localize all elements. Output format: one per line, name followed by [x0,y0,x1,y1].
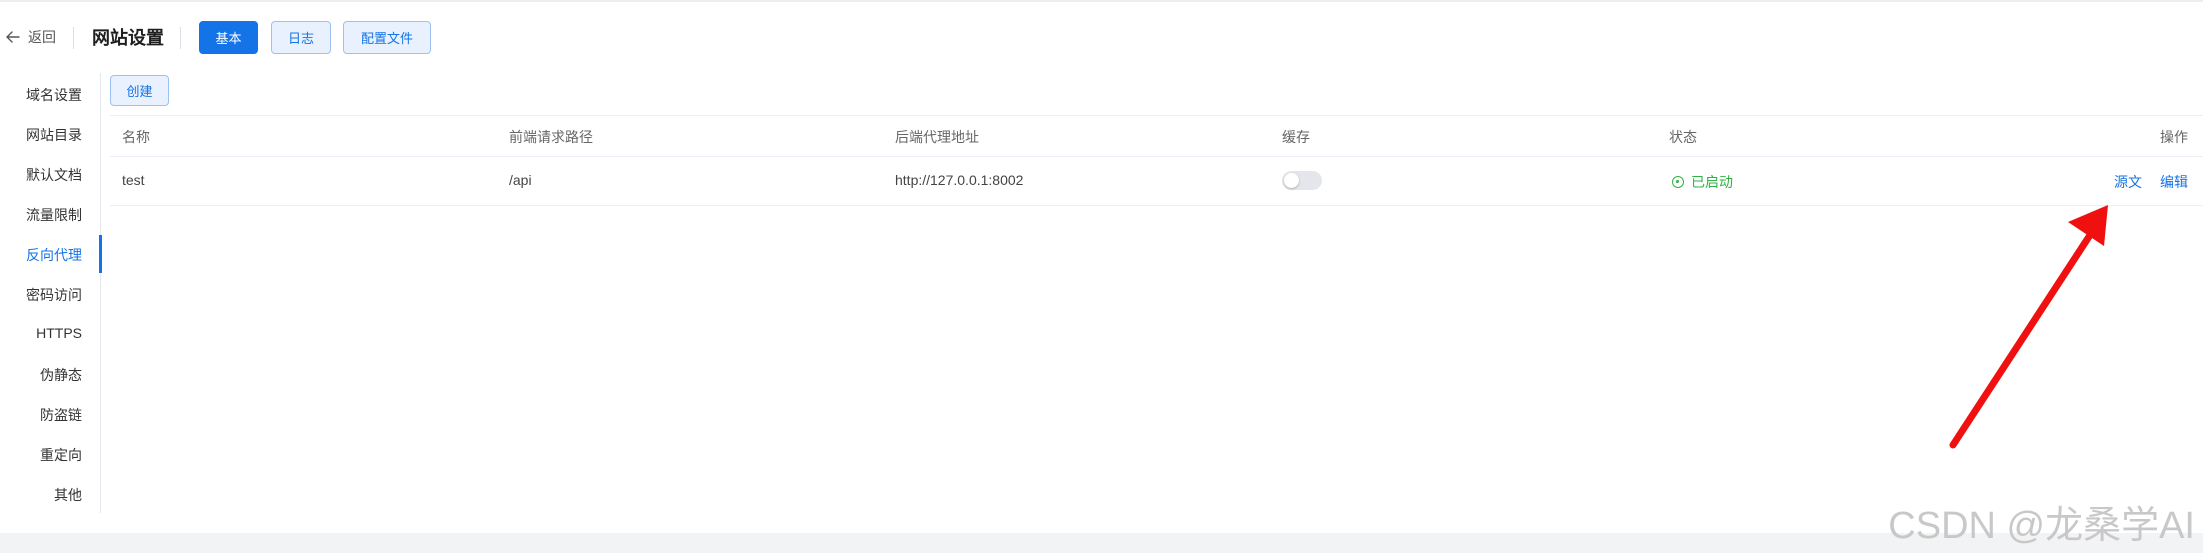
create-button[interactable]: 创建 [110,75,169,106]
annotation-arrow-icon [1949,205,2108,449]
sidebar-item-https[interactable]: HTTPS [36,325,82,347]
bottom-bar [0,533,2203,553]
tab-config-file[interactable]: 配置文件 [343,21,431,54]
column-header-name: 名称 [122,129,150,145]
column-header-status: 状态 [1669,129,1697,145]
arrow-left-icon [6,31,20,43]
sidebar-item-default-document[interactable]: 默认文档 [26,165,82,187]
table-row-divider [110,156,2203,157]
toggle-knob [1284,173,1299,188]
tab-basic[interactable]: 基本 [199,21,258,54]
sidebar-item-domain[interactable]: 域名设置 [26,85,82,107]
sidebar-item-password-access[interactable]: 密码访问 [26,285,82,307]
sidebar-item-site-directory[interactable]: 网站目录 [26,125,82,147]
cell-name: test [122,172,145,188]
sidebar: 域名设置 网站目录 默认文档 流量限制 反向代理 密码访问 HTTPS 伪静态 … [0,73,102,513]
cache-toggle[interactable] [1282,171,1322,190]
top-border [0,0,2203,2]
sidebar-item-redirect[interactable]: 重定向 [40,445,82,467]
tab-log[interactable]: 日志 [271,21,331,54]
column-header-actions: 操作 [2160,129,2188,145]
back-button[interactable]: 返回 [6,27,56,47]
sidebar-item-hotlink-protection[interactable]: 防盗链 [40,405,82,427]
header-divider [73,27,74,49]
watermark: CSDN @龙桑学AI [1888,505,2195,547]
status-badge: 已启动 [1672,172,1733,192]
table-row-divider [110,205,2203,206]
cell-backend-address: http://127.0.0.1:8002 [895,172,1024,188]
column-header-frontend-path: 前端请求路径 [509,129,593,145]
header-divider [180,27,181,49]
status-running-icon [1672,176,1684,188]
sidebar-active-indicator [99,235,102,273]
sidebar-item-other[interactable]: 其他 [54,485,82,507]
source-link[interactable]: 源文 [2114,172,2142,192]
back-label: 返回 [28,29,56,45]
edit-link[interactable]: 编辑 [2160,172,2188,192]
table-divider [110,115,2203,116]
sidebar-item-reverse-proxy[interactable]: 反向代理 [26,245,82,267]
column-header-backend-address: 后端代理地址 [895,129,979,145]
sidebar-item-traffic-limit[interactable]: 流量限制 [26,205,82,227]
status-label: 已启动 [1691,174,1733,190]
column-header-cache: 缓存 [1282,129,1310,145]
sidebar-item-rewrite[interactable]: 伪静态 [40,365,82,387]
page-title: 网站设置 [92,28,164,48]
cell-frontend-path: /api [509,172,532,188]
